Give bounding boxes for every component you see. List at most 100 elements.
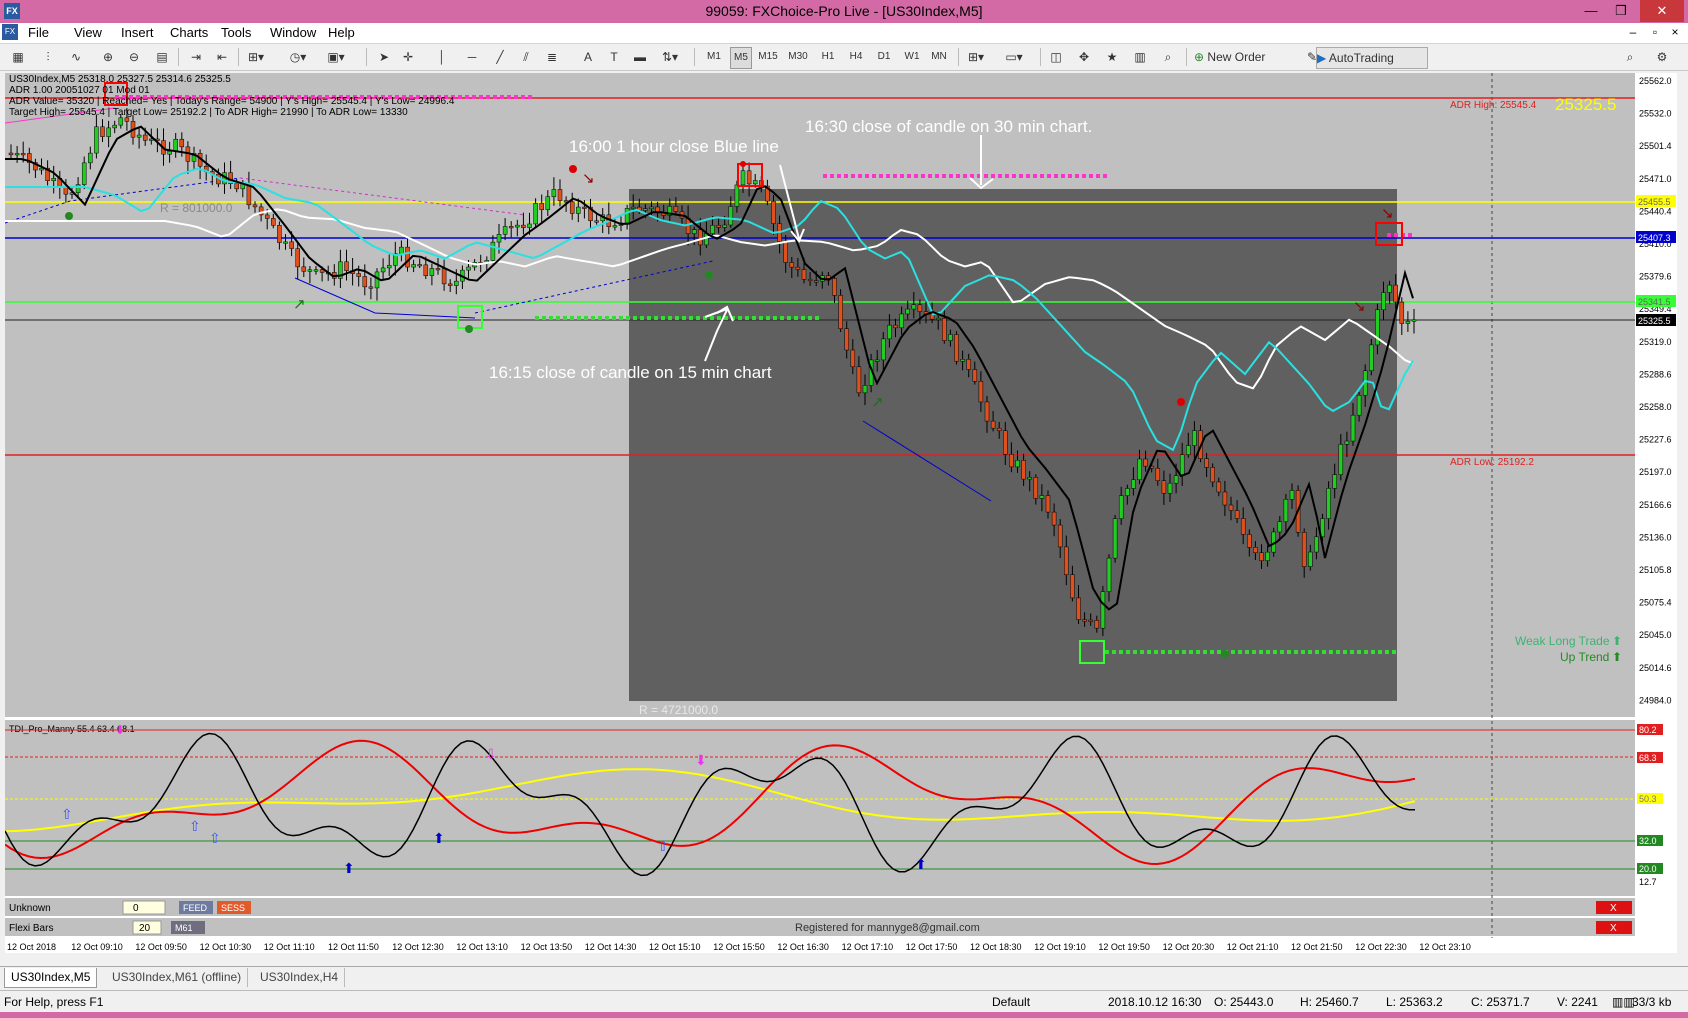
timeframe-m5[interactable]: M5 bbox=[730, 47, 752, 69]
new-window-icon[interactable]: ⊞▾ bbox=[966, 47, 986, 67]
tab-us30-m61[interactable]: US30Index,M61 (offline) bbox=[106, 968, 249, 987]
time-axis-tick: 12 Oct 15:50 bbox=[713, 942, 765, 952]
line-chart-icon[interactable]: ∿ bbox=[66, 47, 86, 67]
terminal-icon[interactable]: ▥ bbox=[1130, 47, 1150, 67]
mdi-close-button[interactable]: × bbox=[1666, 25, 1684, 39]
candle-body bbox=[179, 138, 185, 148]
channel-icon[interactable]: ⫽ bbox=[516, 47, 536, 67]
menu-view[interactable]: View bbox=[74, 25, 102, 40]
chart-shift-icon[interactable]: ⇤ bbox=[212, 47, 232, 67]
indicator-level-20: 20.0 bbox=[1639, 864, 1657, 874]
candle-body bbox=[1411, 319, 1417, 322]
candle-body bbox=[1082, 619, 1087, 622]
indicators-icon[interactable]: ⊞▾ bbox=[246, 47, 266, 67]
candle-body bbox=[289, 241, 294, 249]
chart-doc-icon[interactable]: FX bbox=[2, 24, 18, 40]
tile-windows-icon[interactable]: ▤ bbox=[152, 47, 172, 67]
mdi-restore-button[interactable]: ▫ bbox=[1646, 25, 1664, 39]
candle-body bbox=[984, 401, 990, 422]
timeframe-m30[interactable]: M30 bbox=[788, 47, 808, 67]
horizontal-line-icon[interactable]: ─ bbox=[462, 47, 482, 67]
price-axis-tick: 25105.8 bbox=[1639, 565, 1672, 575]
candle-body bbox=[515, 224, 520, 228]
menu-file[interactable]: File bbox=[28, 25, 49, 40]
close-button[interactable]: ✕ bbox=[1640, 0, 1684, 22]
sell-arrow-icon-2: ↘ bbox=[1381, 205, 1394, 222]
minimize-button[interactable]: — bbox=[1576, 0, 1606, 22]
candle-body bbox=[954, 334, 959, 362]
tab-us30-h4[interactable]: US30Index,H4 bbox=[254, 968, 346, 987]
bar-chart-icon[interactable]: ⫶ bbox=[38, 47, 58, 67]
svg-text:↘: ↘ bbox=[1353, 298, 1366, 315]
restore-button[interactable]: ❐ bbox=[1606, 0, 1636, 22]
cursor-icon[interactable]: ➤ bbox=[374, 47, 394, 67]
timeframe-h1[interactable]: H1 bbox=[818, 47, 838, 67]
timeframe-h4[interactable]: H4 bbox=[846, 47, 866, 67]
candle-body bbox=[1064, 546, 1069, 575]
candle-body bbox=[301, 266, 307, 272]
candle-body bbox=[649, 206, 654, 209]
candle-body bbox=[1405, 320, 1411, 324]
new-order-button[interactable]: ⊕ New Order bbox=[1194, 47, 1304, 67]
candle-body bbox=[881, 338, 886, 361]
auto-scroll-icon[interactable]: ⇥ bbox=[186, 47, 206, 67]
status-traffic: 33/3 kb bbox=[1632, 995, 1672, 1009]
timeframe-m15[interactable]: M15 bbox=[758, 47, 778, 67]
price-axis-tick: 25440.4 bbox=[1639, 206, 1672, 216]
autotrading-button[interactable]: ▶ AutoTrading bbox=[1316, 47, 1428, 69]
flexi-label: Flexi Bars bbox=[9, 923, 53, 934]
candle-body bbox=[1234, 510, 1240, 519]
flexi-tf-label: M61 bbox=[175, 923, 193, 933]
periods-icon[interactable]: ◷▾ bbox=[288, 47, 308, 67]
chart-canvas[interactable]: ↘ ↘ ↘ ↗ ↗ US30Index,M5 25318.0 25327.5 2… bbox=[4, 73, 1677, 953]
new-chart-icon[interactable]: ▦ bbox=[8, 47, 28, 67]
candle-body bbox=[752, 180, 758, 185]
adr-high-label: ADR High: 25545.4 bbox=[1450, 100, 1537, 111]
timeframe-d1[interactable]: D1 bbox=[874, 47, 894, 67]
candle-body bbox=[795, 266, 801, 270]
timeframe-w1[interactable]: W1 bbox=[902, 47, 922, 67]
text-label-icon[interactable]: T bbox=[604, 47, 624, 67]
arrows-icon[interactable]: ⇅▾ bbox=[660, 47, 680, 67]
menu-tools[interactable]: Tools bbox=[221, 25, 251, 40]
mdi-minimize-button[interactable]: – bbox=[1624, 25, 1642, 39]
text-icon[interactable]: A bbox=[578, 47, 598, 67]
time-axis-labels: 12 Oct 2018 12 Oct 09:10 12 Oct 09:50 12 Oc… bbox=[7, 942, 1471, 952]
fibonacci-icon[interactable]: ≣ bbox=[542, 47, 562, 67]
candle-body bbox=[124, 117, 130, 122]
templates-icon[interactable]: ▣▾ bbox=[326, 47, 346, 67]
tab-us30-m5[interactable]: US30Index,M5 bbox=[4, 968, 98, 988]
timeframe-m1[interactable]: M1 bbox=[704, 47, 724, 67]
tester-icon[interactable]: ⌕ bbox=[1158, 47, 1178, 67]
window-list-icon[interactable]: ▭▾ bbox=[1004, 47, 1024, 67]
navigator-icon[interactable]: ✥ bbox=[1074, 47, 1094, 67]
zoom-out-icon[interactable]: ⊖ bbox=[124, 47, 144, 67]
menu-charts[interactable]: Charts bbox=[170, 25, 208, 40]
status-help: For Help, press F1 bbox=[4, 995, 104, 1009]
candle-body bbox=[935, 317, 941, 320]
price-tag-green: 25341.5 bbox=[1638, 297, 1671, 307]
market-watch-icon[interactable]: ◫ bbox=[1046, 47, 1066, 67]
menu-help[interactable]: Help bbox=[328, 25, 355, 40]
search-icon[interactable]: ⌕ bbox=[1620, 47, 1640, 67]
crosshair-icon[interactable]: ✛ bbox=[398, 47, 418, 67]
rectangle-icon[interactable]: ▬ bbox=[630, 47, 650, 67]
candle-body bbox=[1186, 445, 1191, 455]
feed-label: FEED bbox=[183, 903, 208, 913]
candle-body bbox=[576, 206, 581, 214]
candle-body bbox=[136, 134, 142, 138]
candle-body bbox=[441, 268, 447, 285]
trendline-icon[interactable]: ╱ bbox=[490, 47, 510, 67]
menu-insert[interactable]: Insert bbox=[121, 25, 154, 40]
candle-body bbox=[740, 170, 746, 186]
community-icon[interactable]: ⚙ bbox=[1652, 47, 1672, 67]
candle-body bbox=[850, 349, 856, 368]
time-axis-tick: 12 Oct 17:10 bbox=[842, 942, 894, 952]
favorites-icon[interactable]: ★ bbox=[1102, 47, 1122, 67]
candle-body bbox=[1344, 440, 1350, 445]
candle-body bbox=[905, 308, 910, 315]
vertical-line-icon[interactable]: │ bbox=[432, 47, 452, 67]
menu-window[interactable]: Window bbox=[270, 25, 316, 40]
zoom-in-icon[interactable]: ⊕ bbox=[98, 47, 118, 67]
timeframe-mn[interactable]: MN bbox=[929, 47, 949, 67]
